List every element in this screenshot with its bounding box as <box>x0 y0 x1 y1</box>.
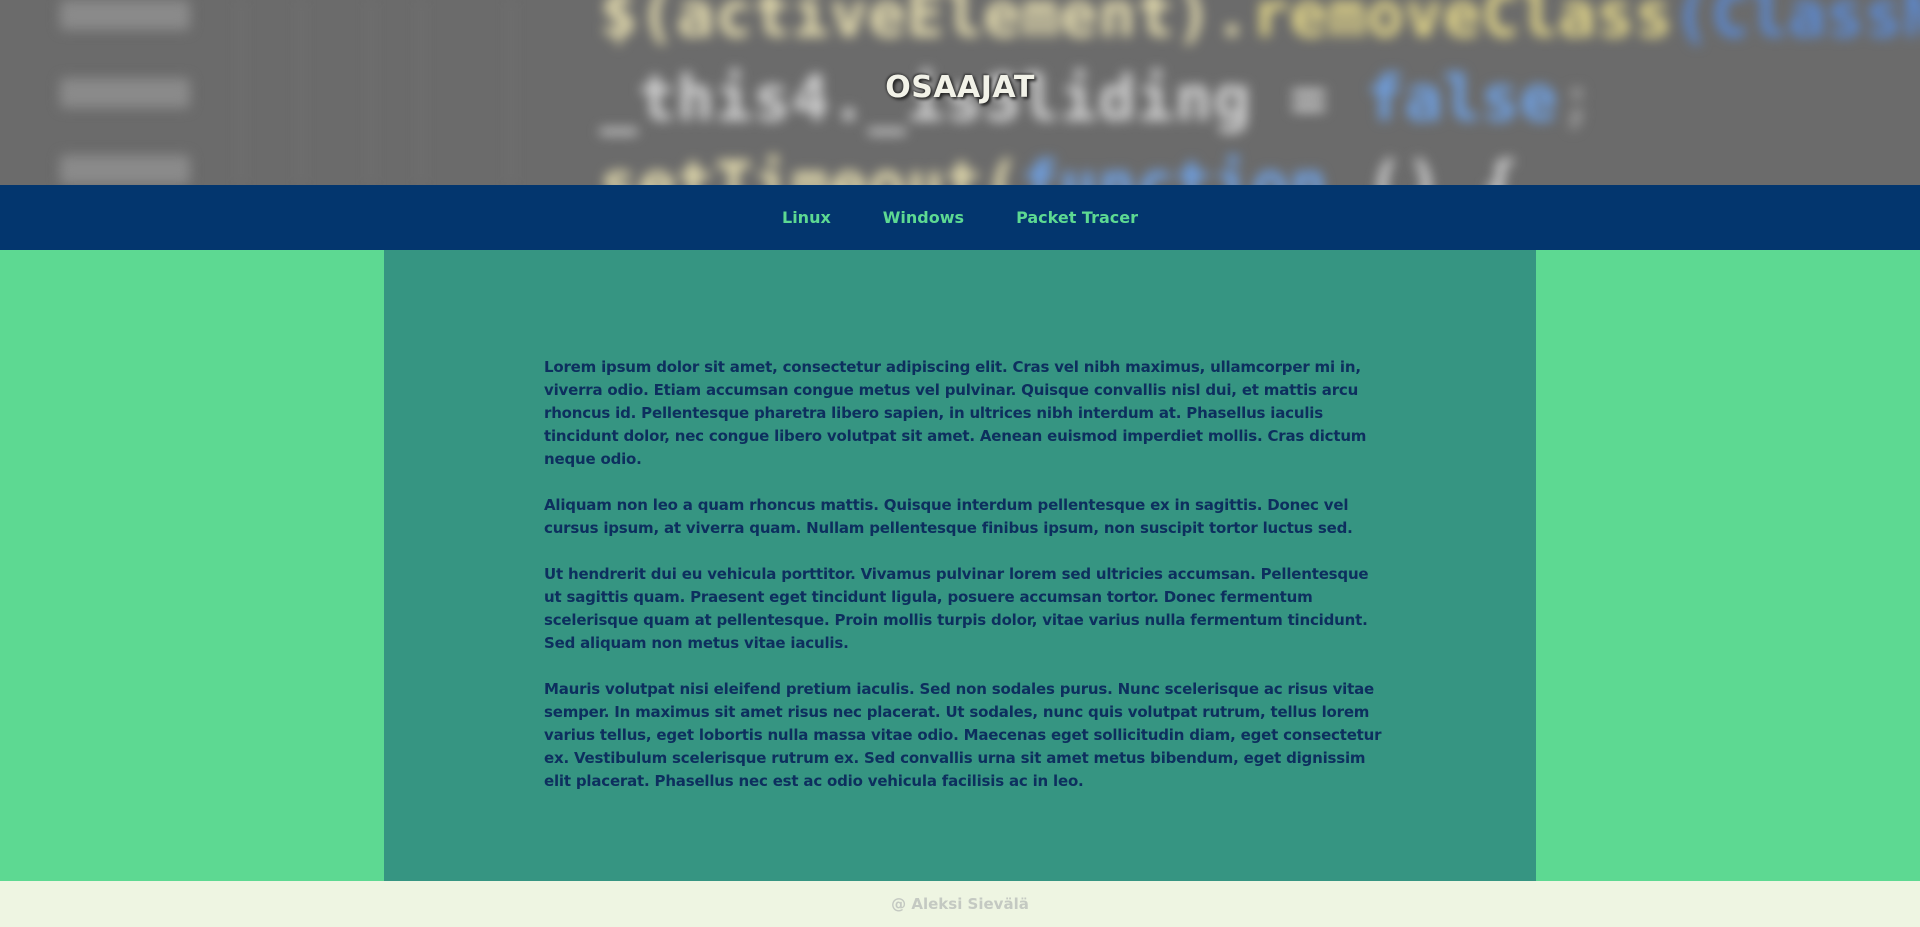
main-navigation: Linux Windows Packet Tracer <box>0 185 1920 250</box>
paragraph: Lorem ipsum dolor sit amet, consectetur … <box>544 358 1367 468</box>
nav-link-linux[interactable]: Linux <box>782 208 831 227</box>
article-body: Lorem ipsum dolor sit amet, consectetur … <box>544 356 1384 816</box>
footer-copyright: @ Aleksi Sievälä <box>891 895 1029 913</box>
paragraph: Mauris volutpat nisi eleifend pretium ia… <box>544 680 1382 790</box>
nav-link-windows[interactable]: Windows <box>883 208 964 227</box>
hero-header: $(activeElement).removeClass(ClassName.d… <box>0 0 1920 185</box>
site-title: OSAAJAT <box>885 70 1035 105</box>
page-footer: @ Aleksi Sievälä <box>0 881 1920 927</box>
paragraph: Ut hendrerit dui eu vehicula porttitor. … <box>544 565 1369 652</box>
content-column: Lorem ipsum dolor sit amet, consectetur … <box>384 250 1536 881</box>
nav-link-packet-tracer[interactable]: Packet Tracer <box>1016 208 1138 227</box>
paragraph: Aliquam non leo a quam rhoncus mattis. Q… <box>544 496 1353 537</box>
